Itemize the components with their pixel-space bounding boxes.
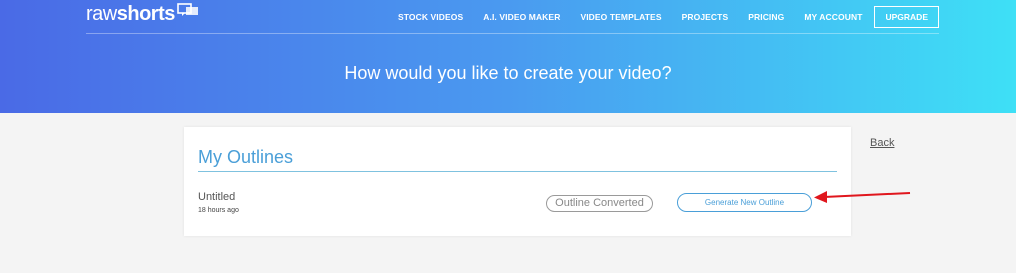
nav-video-templates[interactable]: VIDEO TEMPLATES [580,12,661,22]
outlines-divider [198,171,837,172]
generate-new-outline-button[interactable]: Generate New Outline [677,193,812,212]
hero-banner: raw shorts STOCK VIDEOS A.I. VIDEO MAKER … [0,0,1016,113]
outlines-title: My Outlines [198,147,294,167]
outlines-card: My Outlines Untitled 18 hours ago Outlin… [184,127,851,236]
logo-text-raw: raw [86,2,117,25]
top-nav: STOCK VIDEOS A.I. VIDEO MAKER VIDEO TEMP… [398,5,939,28]
page-title: How would you like to create your video? [344,63,672,83]
red-arrow-annotation [814,191,911,203]
outline-status-badge: Outline Converted [546,195,653,212]
back-link[interactable]: Back [870,137,894,149]
nav-ai-video-maker[interactable]: A.I. VIDEO MAKER [483,12,560,22]
logo-text-shorts: shorts [116,2,176,25]
nav-pricing[interactable]: PRICING [748,12,784,22]
outline-name[interactable]: Untitled [198,191,235,203]
nav-stock-videos[interactable]: STOCK VIDEOS [398,12,463,22]
nav-projects[interactable]: PROJECTS [682,12,729,22]
chat-bubble-icon [177,3,198,16]
upgrade-button[interactable]: UPGRADE [874,5,939,28]
hero-divider [86,33,939,34]
outline-timestamp: 18 hours ago [198,207,239,214]
nav-my-account[interactable]: MY ACCOUNT [804,12,862,22]
rawshorts-logo[interactable]: raw shorts [86,3,199,25]
